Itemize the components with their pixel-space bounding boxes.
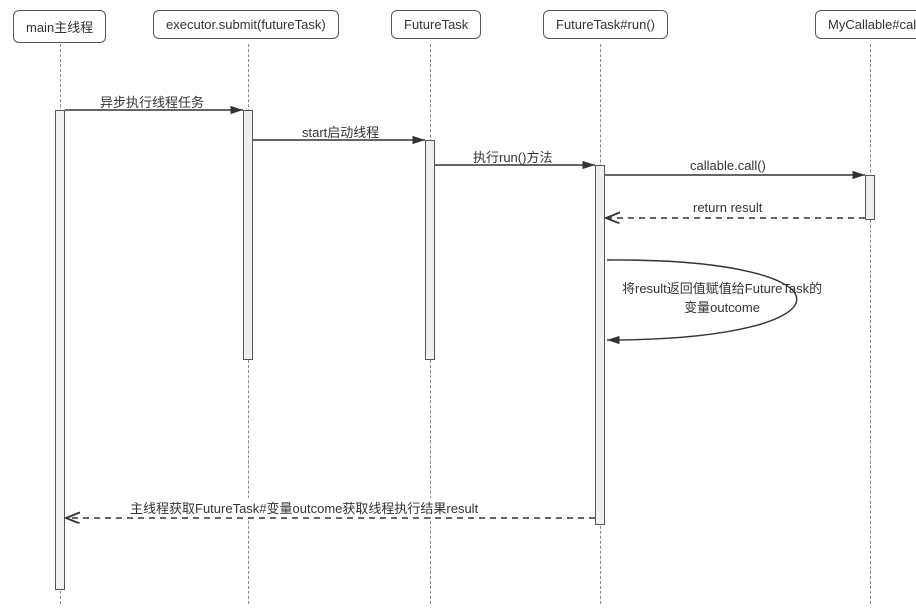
participant-futuretask-label: FutureTask — [404, 17, 468, 32]
participant-main: main主线程 — [13, 10, 106, 43]
msg-set-outcome-line2: 变量outcome — [684, 300, 760, 315]
participant-main-label: main主线程 — [26, 20, 93, 35]
activation-main — [55, 110, 65, 590]
activation-executor — [243, 110, 253, 360]
msg-return-result: return result — [693, 200, 762, 215]
msg-execute-run: 执行run()方法 — [473, 147, 552, 166]
participant-callable: MyCallable#call() — [815, 10, 916, 39]
msg-start-thread: start启动线程 — [302, 122, 379, 141]
participant-run: FutureTask#run() — [543, 10, 668, 39]
msg-callable-call: callable.call() — [690, 158, 766, 173]
participant-callable-label: MyCallable#call() — [828, 17, 916, 32]
activation-callable — [865, 175, 875, 220]
activation-run — [595, 165, 605, 525]
lifeline-callable — [870, 44, 871, 604]
msg-main-get-result: 主线程获取FutureTask#变量outcome获取线程执行结果result — [130, 498, 478, 517]
participant-run-label: FutureTask#run() — [556, 17, 655, 32]
msg-async-exec: 异步执行线程任务 — [100, 92, 204, 111]
msg-set-outcome-line1: 将result返回值赋值给FutureTask的 — [622, 281, 822, 296]
participant-futuretask: FutureTask — [391, 10, 481, 39]
msg-set-outcome: 将result返回值赋值给FutureTask的 变量outcome — [622, 278, 822, 316]
participant-executor: executor.submit(futureTask) — [153, 10, 339, 39]
sequence-diagram: main主线程 executor.submit(futureTask) Futu… — [0, 0, 916, 611]
activation-futuretask — [425, 140, 435, 360]
participant-executor-label: executor.submit(futureTask) — [166, 17, 326, 32]
